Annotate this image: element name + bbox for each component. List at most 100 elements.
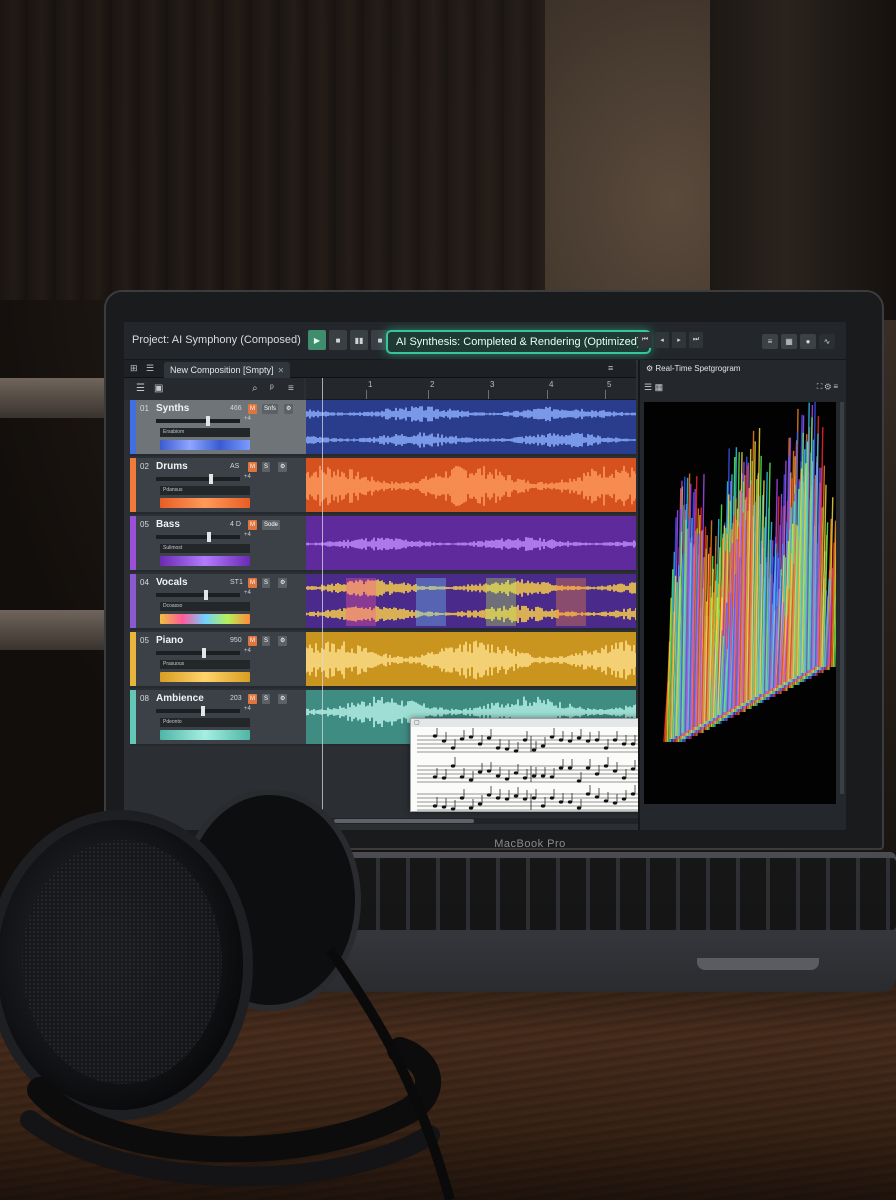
waveform-path bbox=[306, 432, 636, 448]
solo-button[interactable]: S bbox=[262, 578, 271, 588]
fader-db: +4 bbox=[244, 532, 251, 538]
close-icon[interactable]: ✕ bbox=[278, 366, 285, 375]
stop-button[interactable]: ■ bbox=[329, 330, 347, 350]
solo-button[interactable]: S bbox=[262, 462, 271, 472]
note-head bbox=[468, 806, 474, 810]
solo-button[interactable]: S bbox=[262, 694, 271, 704]
list-view-button[interactable]: ≡ bbox=[762, 334, 778, 349]
track-fx-button[interactable]: ⚙ bbox=[278, 462, 288, 472]
track-fx-button[interactable]: ⚙ bbox=[284, 404, 294, 414]
playhead[interactable] bbox=[322, 378, 323, 818]
fader-db: +4 bbox=[244, 474, 251, 480]
note-head bbox=[486, 736, 492, 740]
track-header-drums[interactable]: 02 Drums AS M S ⚙ +4 Pdansus bbox=[130, 458, 306, 514]
grid-view-button[interactable]: ▦ bbox=[781, 334, 797, 349]
track-header-bass[interactable]: 05 Bass 4 D M Sode +4 Sulimost bbox=[130, 516, 306, 572]
spectrogram-tools-right: ⛶ ⚙ ≡ bbox=[817, 382, 838, 392]
track-value: 950 bbox=[230, 637, 242, 644]
track-badge[interactable]: Snfs bbox=[262, 404, 279, 414]
preset-select[interactable]: Ersabiom bbox=[160, 428, 250, 437]
list-icon[interactable]: ☰ bbox=[136, 383, 145, 394]
track-fx-button[interactable]: ⚙ bbox=[278, 578, 288, 588]
play-button[interactable]: ▶ bbox=[308, 330, 326, 350]
forward-button[interactable]: ▸ bbox=[672, 332, 686, 348]
track-header-synths[interactable]: 01 Synths 466 M Snfs ⚙ +4 Ersabiom bbox=[130, 400, 306, 456]
track-header-ambience[interactable]: 08 Ambience 203 M S ⚙ +4 Pdeonto bbox=[130, 690, 306, 746]
track-header-piano[interactable]: 05 Piano 950 M S ⚙ +4 Prasuous bbox=[130, 632, 306, 688]
note-head bbox=[459, 796, 465, 800]
panel-menu-icon[interactable]: ≡ bbox=[608, 363, 613, 373]
fader-knob[interactable] bbox=[201, 706, 205, 716]
clip-piano[interactable] bbox=[306, 632, 636, 688]
fader-knob[interactable] bbox=[202, 648, 206, 658]
volume-fader[interactable] bbox=[156, 532, 240, 542]
meter-button[interactable]: ∿ bbox=[819, 334, 835, 349]
note-head bbox=[621, 776, 627, 780]
menu-icon[interactable]: ☰ bbox=[146, 363, 154, 374]
track-color-strip bbox=[130, 632, 136, 686]
volume-fader[interactable] bbox=[156, 648, 240, 658]
acoustic-panel bbox=[0, 0, 545, 300]
mute-button[interactable]: M bbox=[248, 404, 257, 414]
ruler-mark: 2 bbox=[430, 380, 435, 389]
fader-knob[interactable] bbox=[206, 416, 210, 426]
rewind-button[interactable]: ⏮ bbox=[638, 332, 652, 348]
record-button[interactable]: ● bbox=[800, 334, 816, 349]
solo-button[interactable]: S bbox=[262, 636, 271, 646]
fader-knob[interactable] bbox=[207, 532, 211, 542]
mute-button[interactable]: M bbox=[248, 694, 257, 704]
vocals-waveform bbox=[306, 578, 636, 626]
preset-select[interactable]: Pdansus bbox=[160, 486, 250, 495]
note-head bbox=[612, 769, 618, 773]
tab-new-composition[interactable]: New Composition [Smpty] ✕ bbox=[164, 362, 291, 378]
preset-select[interactable]: Dcoasso bbox=[160, 602, 250, 611]
search-icon[interactable]: ⌕ bbox=[252, 383, 258, 394]
split-view-icon[interactable]: ⊞ bbox=[130, 363, 138, 374]
mute-button[interactable]: M bbox=[248, 520, 257, 530]
volume-fader[interactable] bbox=[156, 590, 240, 600]
clip-bass[interactable] bbox=[306, 516, 636, 572]
marker-icon[interactable]: ᵖ bbox=[270, 383, 274, 394]
preset-select[interactable]: Sulimost bbox=[160, 544, 250, 553]
track-header-vocals[interactable]: 04 Vocals ST1 M S ⚙ +4 Dcoasso bbox=[130, 574, 306, 630]
track-name: Piano bbox=[156, 635, 184, 646]
clip-vocals[interactable] bbox=[306, 574, 636, 630]
mute-button[interactable]: M bbox=[248, 462, 257, 472]
fader-knob[interactable] bbox=[204, 590, 208, 600]
spectrogram-3d-view[interactable] bbox=[644, 402, 836, 804]
grid-icon[interactable]: ▦ bbox=[655, 382, 664, 392]
mute-button[interactable]: M bbox=[248, 636, 257, 646]
list-icon[interactable]: ☰ bbox=[644, 382, 652, 392]
preset-select[interactable]: Pdeonto bbox=[160, 718, 250, 727]
options-icon[interactable]: ≡ bbox=[288, 383, 294, 394]
volume-fader[interactable] bbox=[156, 706, 240, 716]
timeline-ruler[interactable]: 1 2 3 4 5 bbox=[306, 378, 636, 400]
folder-icon[interactable]: ▣ bbox=[154, 383, 163, 394]
expand-icon[interactable]: ⛶ bbox=[817, 382, 823, 391]
clip-synths[interactable] bbox=[306, 400, 636, 456]
end-button[interactable]: ⏭ bbox=[689, 332, 703, 348]
note-head bbox=[504, 797, 510, 801]
headphones bbox=[0, 790, 455, 1200]
fader-knob[interactable] bbox=[209, 474, 213, 484]
fader-db: +4 bbox=[244, 590, 251, 596]
track-fx-button[interactable]: ⚙ bbox=[278, 636, 288, 646]
preset-select[interactable]: Prasuous bbox=[160, 660, 250, 669]
back-button[interactable]: ◂ bbox=[655, 332, 669, 348]
vertical-scrollbar[interactable] bbox=[840, 402, 844, 794]
clip-drums[interactable] bbox=[306, 458, 636, 514]
volume-fader[interactable] bbox=[156, 416, 240, 426]
pause-button[interactable]: ▮▮ bbox=[350, 330, 368, 350]
mute-button[interactable]: M bbox=[248, 578, 257, 588]
volume-fader[interactable] bbox=[156, 474, 240, 484]
note-head bbox=[495, 774, 501, 778]
settings-icon[interactable]: ⚙ bbox=[825, 382, 831, 391]
spectrogram-tab[interactable]: ⚙ Real-Time Spetgrogram bbox=[642, 362, 744, 376]
vocal-segment bbox=[556, 578, 586, 626]
note-head bbox=[486, 769, 492, 773]
track-color-strip bbox=[130, 400, 136, 454]
track-fx-button[interactable]: ⚙ bbox=[278, 694, 288, 704]
fader-db: +4 bbox=[244, 648, 251, 654]
track-badge[interactable]: Sode bbox=[262, 520, 281, 530]
more-icon[interactable]: ≡ bbox=[833, 382, 838, 391]
